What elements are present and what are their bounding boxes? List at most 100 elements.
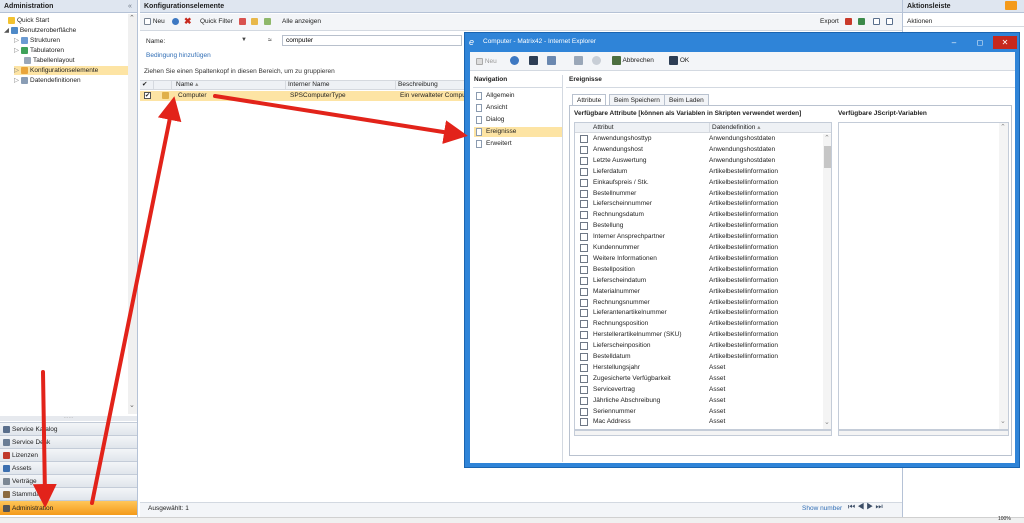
attribute-row[interactable]: Rechnungsposition Artikelbestellinformati… (575, 319, 819, 329)
tree-item-benutzeroberflaeche[interactable]: ◢ Benutzeroberfläche (4, 26, 76, 35)
tree-item-konfigurationselemente[interactable]: ▷ Konfigurationselemente (14, 66, 128, 75)
attribute-checkbox[interactable] (580, 135, 588, 143)
attribute-row[interactable]: Servicevertrag Asset (575, 385, 819, 395)
attribute-row[interactable]: Bestellung Artikelbestellinformation (575, 221, 819, 231)
layout-button[interactable] (886, 17, 893, 27)
attribute-row[interactable]: Weitere Informationen Artikelbestellinfor… (575, 254, 819, 264)
minimize-button[interactable]: – (943, 36, 965, 49)
tree-item-strukturen[interactable]: ▷ Strukturen (14, 36, 60, 45)
attribute-row[interactable]: Lieferantenartikelnummer Artikelbestellin… (575, 308, 819, 318)
export-button[interactable]: Export (820, 17, 839, 27)
dialog-refresh-button[interactable] (510, 56, 519, 65)
attribute-row[interactable]: Seriennummer Asset (575, 407, 819, 417)
filter-field-dropdown-icon[interactable]: ▼ (241, 37, 247, 43)
attribute-checkbox[interactable] (580, 244, 588, 252)
zoom-level[interactable]: 100% (998, 516, 1011, 522)
attribute-checkbox[interactable] (580, 167, 588, 176)
scroll-up-icon[interactable]: ⌃ (1000, 123, 1006, 131)
dialog-edit-button[interactable] (547, 56, 556, 65)
tree-item-tabellenlayout[interactable]: Tabellenlayout (24, 56, 75, 65)
attribute-checkbox[interactable] (580, 331, 588, 340)
attribute-row[interactable]: Rechnungsdatum Artikelbestellinformation (575, 210, 819, 220)
attribute-checkbox[interactable] (580, 233, 588, 242)
attribute-checkbox[interactable] (580, 211, 588, 220)
attribute-row[interactable]: Anwendungshosttyp Anwendungshostdaten (575, 134, 819, 144)
nav-item-ansicht[interactable]: Ansicht (474, 103, 562, 113)
dialog-title-bar[interactable]: e Computer - Matrix42 - Internet Explore… (465, 33, 1019, 51)
filter-red-button[interactable] (239, 17, 246, 27)
attribute-row[interactable]: Interner Ansprechpartner Artikelbestellin… (575, 232, 819, 242)
column-internal-name[interactable]: Interner Name (286, 80, 396, 90)
close-button[interactable]: ✕ (993, 36, 1017, 49)
tab-beim-speichern[interactable]: Beim Speichern (609, 94, 665, 105)
chevron-right-icon[interactable]: ▷ (14, 37, 19, 44)
nav-item-dialog[interactable]: Dialog (474, 115, 562, 125)
attribute-checkbox[interactable] (580, 189, 588, 198)
add-condition-link[interactable]: Bedingung hinzufügen (146, 52, 211, 59)
attribute-checkbox[interactable] (580, 418, 588, 427)
attribute-row[interactable]: Jährliche Abschreibung Asset (575, 396, 819, 406)
attributes-hscrollbar[interactable] (574, 430, 832, 436)
attribute-row[interactable]: Bestellnummer Artikelbestellinformation (575, 189, 819, 199)
attribute-checkbox[interactable] (580, 353, 588, 361)
nav-item-erweitert[interactable]: Erweitert (474, 139, 562, 149)
tree-item-datendefinitionen[interactable]: ▷ Datendefinitionen (14, 76, 81, 85)
dialog-save-button[interactable] (529, 56, 538, 65)
accordion-stammdaten[interactable]: Stammdaten (0, 487, 137, 500)
chevron-right-icon[interactable]: ▷ (14, 77, 19, 84)
nav-item-ereignisse[interactable]: Ereignisse (474, 127, 562, 137)
attribute-checkbox[interactable] (580, 363, 588, 372)
attribute-checkbox[interactable] (580, 396, 588, 405)
attribute-checkbox[interactable] (580, 342, 588, 351)
chevron-right-icon[interactable]: ▷ (14, 67, 19, 74)
attribute-checkbox[interactable] (580, 385, 588, 394)
refresh-button[interactable] (172, 17, 179, 27)
delete-button[interactable]: ✖ (184, 16, 192, 26)
attribute-checkbox[interactable] (580, 222, 588, 231)
attributes-scrollbar[interactable]: ⌃ ⌄ (823, 134, 831, 429)
show-all-button[interactable]: Alle anzeigen (282, 17, 321, 27)
column-chooser-button[interactable] (873, 17, 880, 27)
attribute-checkbox[interactable] (580, 320, 588, 329)
attribute-row[interactable]: Lieferdatum Artikelbestellinformation (575, 167, 819, 177)
scroll-down-icon[interactable]: ⌄ (1000, 417, 1006, 425)
attribute-checkbox[interactable] (580, 178, 588, 187)
accordion-service-desk[interactable]: Service Desk (0, 435, 137, 448)
show-number-link[interactable]: Show number (802, 505, 842, 512)
chevron-right-icon[interactable]: ▷ (14, 47, 19, 54)
attribute-checkbox[interactable] (580, 145, 588, 154)
attribute-row[interactable]: Lieferscheinnummer Artikelbestellinformat… (575, 199, 819, 209)
dialog-ok-button[interactable]: OK (669, 56, 689, 66)
attribute-checkbox[interactable] (580, 200, 588, 209)
export-pdf-button[interactable] (845, 17, 852, 27)
filter-green-button[interactable] (264, 17, 271, 27)
tree-item-tabulatoren[interactable]: ▷ Tabulatoren (14, 46, 64, 55)
export-excel-button[interactable] (858, 17, 865, 27)
dialog-cancel-button[interactable]: Abbrechen (612, 56, 654, 66)
scroll-up-icon[interactable]: ⌃ (824, 134, 830, 142)
attribute-row[interactable]: Materialnummer Artikelbestellinformation (575, 287, 819, 297)
attribute-row[interactable]: Bestelldatum Artikelbestellinformation (575, 352, 819, 362)
attribute-row[interactable]: Mac Address Asset (575, 417, 819, 427)
scroll-down-icon[interactable]: ⌄ (129, 401, 135, 409)
new-button[interactable]: Neu (144, 17, 165, 27)
filter-yellow-button[interactable] (251, 17, 258, 27)
accordion-assets[interactable]: Assets (0, 461, 137, 474)
tree-scrollbar[interactable]: ⌃ ⌄ (128, 14, 137, 414)
attribute-checkbox[interactable] (580, 276, 588, 285)
js-scrollbar[interactable]: ⌃ ⌄ (999, 123, 1008, 429)
accordion-lizenzen[interactable]: Lizenzen (0, 448, 137, 461)
last-page-icon[interactable]: ⏭ (875, 502, 884, 511)
attribute-checkbox[interactable] (580, 156, 588, 165)
prev-page-icon[interactable]: ◀ (857, 502, 866, 511)
attribute-row[interactable]: Einkaufspreis / Stk. Artikelbestellinform… (575, 178, 819, 188)
js-hscrollbar[interactable] (838, 430, 1009, 436)
filter-operator[interactable]: ≈ (268, 37, 272, 44)
attribute-row[interactable]: Lieferscheinposition Artikelbestellinform… (575, 341, 819, 351)
attribute-checkbox[interactable] (580, 309, 588, 318)
column-name[interactable]: Name ▴ (174, 80, 286, 90)
attribute-checkbox[interactable] (580, 265, 588, 274)
attribute-row[interactable]: Bestellposition Artikelbestellinformation (575, 265, 819, 275)
tree-item-quick-start[interactable]: Quick Start (8, 16, 49, 25)
splitter[interactable]: ······ (0, 416, 137, 421)
